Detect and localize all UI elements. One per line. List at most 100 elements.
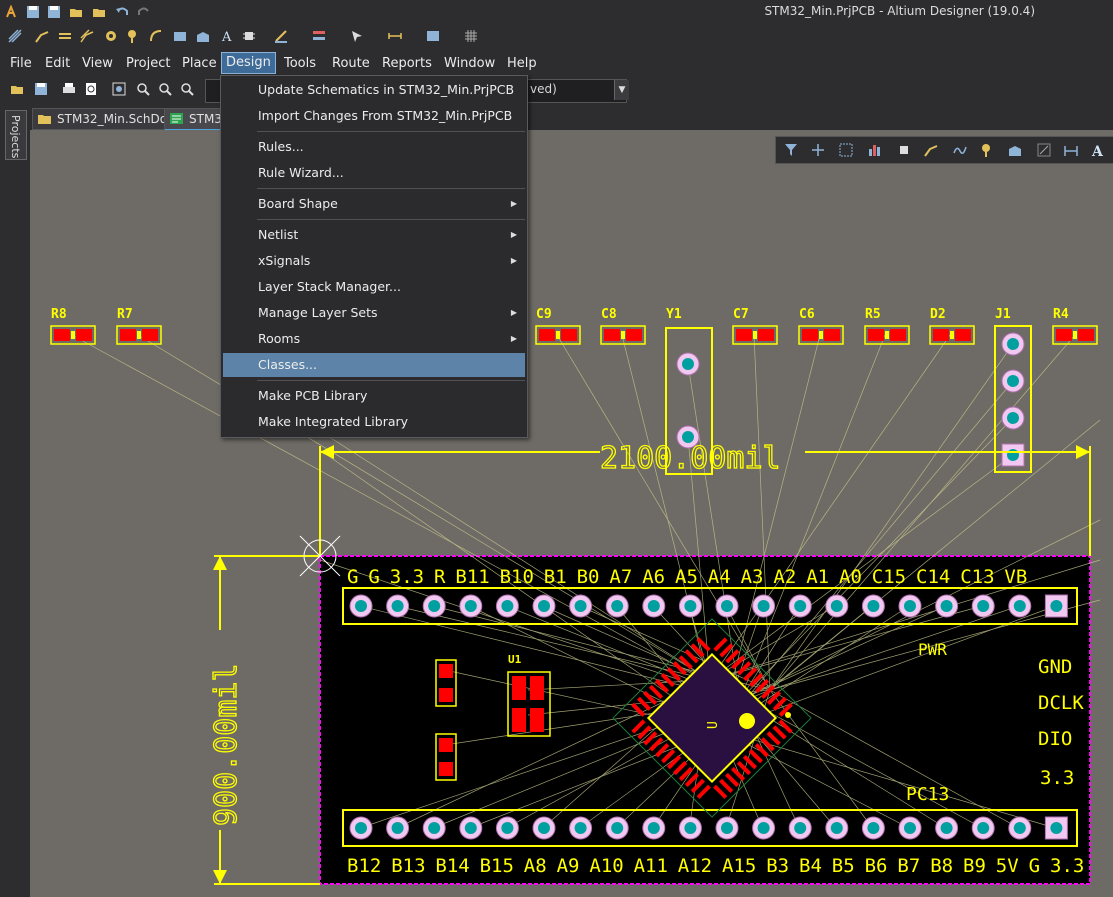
- top-header-pin-label: B1: [544, 566, 567, 588]
- bottom-header-pin-label: B9: [963, 855, 986, 877]
- menu-item-layer-stack-manager[interactable]: Layer Stack Manager...: [223, 275, 525, 299]
- th-hole: [1050, 822, 1063, 834]
- menu-item-rule-wizard[interactable]: Rule Wizard...: [223, 161, 525, 185]
- string-icon[interactable]: A: [1091, 143, 1105, 157]
- grid-icon[interactable]: [464, 29, 478, 43]
- menu-project[interactable]: Project: [126, 56, 170, 71]
- interactive-route-icon[interactable]: [953, 143, 967, 157]
- menu-item-classes[interactable]: Classes...: [223, 353, 525, 377]
- smd-pad: [76, 329, 92, 341]
- component-designator: D2: [930, 307, 946, 322]
- line-icon[interactable]: [1037, 143, 1051, 157]
- fill-icon[interactable]: [173, 29, 187, 43]
- zoom-filter-icon[interactable]: [180, 82, 194, 96]
- smd-pad: [439, 688, 453, 702]
- menu-window[interactable]: Window: [444, 56, 495, 71]
- align-icon[interactable]: [274, 29, 288, 43]
- projects-panel-tab[interactable]: Projects: [5, 110, 27, 160]
- chevron-down-icon[interactable]: ▼: [614, 80, 629, 100]
- component-designator: J1: [995, 307, 1011, 322]
- menu-item-make-pcb-library[interactable]: Make PCB Library: [223, 384, 525, 408]
- pc13-label: PC13: [906, 784, 949, 805]
- route-icon[interactable]: [35, 29, 49, 43]
- open-folder-icon[interactable]: [69, 5, 83, 19]
- menu-item-update-schematics[interactable]: Update Schematics in STM32_Min.PrjPCB: [223, 78, 525, 102]
- print-preview-icon[interactable]: [84, 82, 98, 96]
- smd-pad: [439, 664, 453, 678]
- pad-icon[interactable]: [126, 29, 140, 43]
- component-designator: R5: [865, 307, 881, 322]
- smd-pad: [512, 708, 526, 732]
- filter-icon[interactable]: [784, 143, 798, 157]
- dimension-icon[interactable]: [1064, 143, 1078, 157]
- top-header-pin-label: B10: [500, 566, 534, 588]
- menu-help[interactable]: Help: [507, 56, 537, 71]
- menu-separator: [257, 188, 525, 189]
- bottom-header-pin-label: 3.3: [1050, 855, 1084, 877]
- component-body: [885, 331, 889, 339]
- redo-icon[interactable]: [137, 5, 151, 19]
- open-icon[interactable]: [10, 82, 24, 96]
- th-hole: [1013, 600, 1026, 612]
- save-all-icon[interactable]: [47, 5, 61, 19]
- menu-item-manage-layer-sets[interactable]: Manage Layer Sets ▶: [223, 301, 525, 325]
- undo-icon[interactable]: [115, 5, 129, 19]
- component-icon[interactable]: [897, 143, 911, 157]
- arc-icon[interactable]: [149, 29, 163, 43]
- menu-item-import-changes[interactable]: Import Changes From STM32_Min.PrjPCB: [223, 104, 525, 128]
- select-rect-icon[interactable]: [839, 143, 853, 157]
- menu-item-xsignals[interactable]: xSignals ▶: [223, 249, 525, 273]
- zoom-area-icon[interactable]: [136, 82, 150, 96]
- component-body: [1073, 331, 1077, 339]
- crosshair-icon[interactable]: [811, 143, 825, 157]
- pcb-drawing[interactable]: R8 R7 C9 C8 C7 C6 R5 D2 R4 Y1 J1 2100.00mil 900.00mi…: [30, 130, 1113, 897]
- th-hole: [940, 600, 953, 612]
- via-icon[interactable]: [104, 29, 118, 43]
- filter-icon[interactable]: [8, 29, 22, 43]
- polygon-icon[interactable]: [1008, 143, 1022, 157]
- component-designator: C8: [601, 307, 617, 322]
- menu-design[interactable]: Design: [221, 52, 276, 74]
- component-icon[interactable]: [242, 29, 256, 43]
- save-doc-icon[interactable]: [34, 82, 48, 96]
- menu-tools[interactable]: Tools: [284, 56, 316, 71]
- menu-view[interactable]: View: [82, 56, 113, 71]
- menu-item-rooms[interactable]: Rooms ▶: [223, 327, 525, 351]
- room-icon[interactable]: [426, 29, 440, 43]
- menu-place[interactable]: Place: [182, 56, 217, 71]
- th-hole: [1007, 375, 1019, 387]
- route-icon[interactable]: [924, 143, 938, 157]
- top-header-pin-label: C14: [916, 566, 950, 588]
- print-icon[interactable]: [62, 82, 76, 96]
- dimension-height-label: 900.00mil: [209, 663, 244, 826]
- th-hole: [757, 600, 770, 612]
- pcb-canvas[interactable]: R8 R7 C9 C8 C7 C6 R5 D2 R4 Y1 J1 2100.00mil 900.00mi…: [30, 130, 1113, 897]
- distribute-icon[interactable]: [312, 29, 326, 43]
- component-designator: R7: [117, 307, 133, 322]
- multi-route-icon[interactable]: [80, 29, 94, 43]
- zoom-selected-icon[interactable]: [158, 82, 172, 96]
- polygon-icon[interactable]: [196, 29, 210, 43]
- menu-item-make-integrated-library[interactable]: Make Integrated Library: [223, 410, 525, 434]
- chart-bar-icon[interactable]: [868, 143, 882, 157]
- menu-route[interactable]: Route: [332, 56, 370, 71]
- menu-edit[interactable]: Edit: [45, 56, 70, 71]
- title-bar: STM32_Min.PrjPCB - Altium Designer (19.0…: [0, 0, 1113, 24]
- tab-pcbdoc[interactable]: STM32: [164, 108, 230, 131]
- menu-reports[interactable]: Reports: [382, 56, 432, 71]
- select-icon[interactable]: [350, 29, 364, 43]
- save-icon[interactable]: [26, 5, 40, 19]
- menu-item-board-shape[interactable]: Board Shape ▶: [223, 192, 525, 216]
- pad-icon[interactable]: [980, 143, 994, 157]
- diff-pair-icon[interactable]: [58, 29, 72, 43]
- string-icon[interactable]: A: [220, 29, 234, 43]
- open-project-icon[interactable]: [92, 5, 106, 19]
- zoom-fit-icon[interactable]: [112, 82, 126, 96]
- menu-file[interactable]: File: [10, 56, 32, 71]
- menu-item-netlist[interactable]: Netlist ▶: [223, 223, 525, 247]
- menu-item-rules[interactable]: Rules...: [223, 135, 525, 159]
- dimension-icon[interactable]: [388, 29, 402, 43]
- component-designator: C7: [733, 307, 749, 322]
- top-header-pin-label: B11: [455, 566, 489, 588]
- component-designator: R4: [1053, 307, 1069, 322]
